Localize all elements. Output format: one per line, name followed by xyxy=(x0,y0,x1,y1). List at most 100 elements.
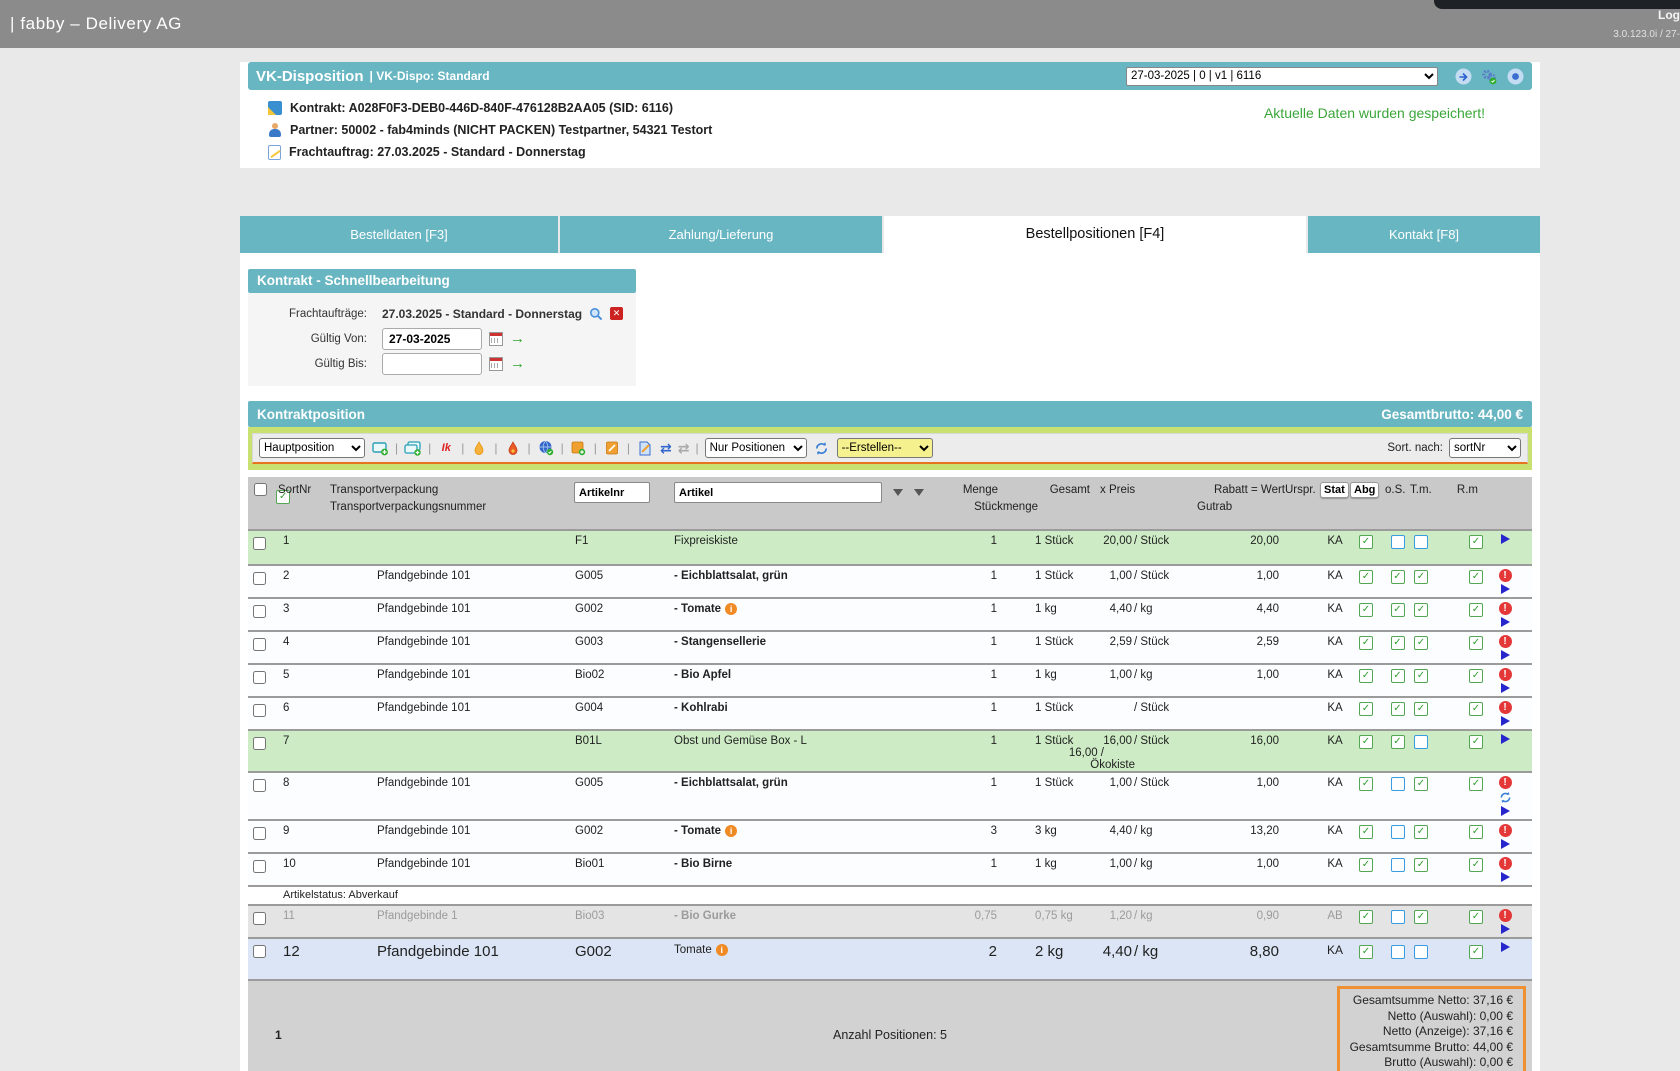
copy-page-icon[interactable] xyxy=(636,439,654,457)
tm-checkbox[interactable] xyxy=(1414,777,1428,791)
tab-kontakt[interactable]: Kontakt [F8] xyxy=(1308,216,1540,253)
expand-icon[interactable] xyxy=(1501,942,1510,952)
info-icon[interactable]: i xyxy=(716,944,728,956)
expand-icon[interactable] xyxy=(1501,534,1510,544)
add-subposition-icon[interactable] xyxy=(404,439,422,457)
refresh-list-icon[interactable] xyxy=(813,439,831,457)
abg-checkbox[interactable] xyxy=(1359,858,1373,872)
refresh-icon[interactable] xyxy=(1499,791,1512,804)
table-row[interactable]: 4 Pfandgebinde 101 G003 - Stangenselleri… xyxy=(248,630,1532,663)
position-filter-select[interactable]: Nur Positionen xyxy=(705,438,807,458)
filter-icon[interactable] xyxy=(914,489,924,496)
rm-checkbox[interactable] xyxy=(1469,535,1483,549)
tab-bestelldaten[interactable]: Bestelldaten [F3] xyxy=(240,216,558,253)
rm-checkbox[interactable] xyxy=(1469,910,1483,924)
os-checkbox[interactable] xyxy=(1391,777,1405,791)
apply-date-icon[interactable]: → xyxy=(510,333,525,345)
calendar-icon[interactable] xyxy=(489,332,503,346)
table-row[interactable]: 3 Pfandgebinde 101 G002 - Tomatei 1 1 kg… xyxy=(248,597,1532,630)
globe-icon[interactable] xyxy=(537,439,555,457)
version-select[interactable]: 27-03-2025 | 0 | v1 | 6116 xyxy=(1126,67,1438,86)
expand-icon[interactable] xyxy=(1501,924,1510,934)
abg-checkbox[interactable] xyxy=(1359,702,1373,716)
abg-column-button[interactable]: Abg xyxy=(1350,482,1379,498)
row-checkbox[interactable] xyxy=(253,945,266,958)
tm-checkbox[interactable] xyxy=(1414,735,1428,749)
stat-column-button[interactable]: Stat xyxy=(1320,482,1349,498)
gueltig-bis-input[interactable] xyxy=(382,353,482,375)
sort-select[interactable]: sortNr xyxy=(1449,438,1521,458)
abg-checkbox[interactable] xyxy=(1359,570,1373,584)
os-checkbox[interactable] xyxy=(1391,825,1405,839)
tm-checkbox[interactable] xyxy=(1414,535,1428,549)
os-checkbox[interactable] xyxy=(1391,702,1405,716)
expand-icon[interactable] xyxy=(1501,683,1510,693)
tm-checkbox[interactable] xyxy=(1414,636,1428,650)
os-checkbox[interactable] xyxy=(1391,669,1405,683)
row-checkbox[interactable] xyxy=(253,671,266,684)
filter-icon[interactable] xyxy=(893,489,903,496)
row-checkbox[interactable] xyxy=(253,860,266,873)
table-row[interactable]: 1 F1 Fixpreiskistei 1 1 Stück 20,00/ Stü… xyxy=(248,529,1532,564)
rm-checkbox[interactable] xyxy=(1469,945,1483,959)
expand-icon[interactable] xyxy=(1501,806,1510,816)
gueltig-von-input[interactable] xyxy=(382,328,482,350)
artikelnr-filter-input[interactable] xyxy=(574,482,650,503)
tm-checkbox[interactable] xyxy=(1414,858,1428,872)
row-checkbox[interactable] xyxy=(253,912,266,925)
os-checkbox[interactable] xyxy=(1391,535,1405,549)
tm-checkbox[interactable] xyxy=(1414,825,1428,839)
tab-bestellpositionen[interactable]: Bestellpositionen [F4] xyxy=(884,216,1306,253)
expand-icon[interactable] xyxy=(1501,839,1510,849)
calendar-icon[interactable] xyxy=(489,357,503,371)
row-checkbox[interactable] xyxy=(253,605,266,618)
table-row[interactable]: 9 Pfandgebinde 101 G002 - Tomatei 3 3 kg… xyxy=(248,819,1532,852)
info-icon[interactable]: i xyxy=(725,825,737,837)
rm-checkbox[interactable] xyxy=(1469,570,1483,584)
row-checkbox[interactable] xyxy=(253,737,266,750)
os-checkbox[interactable] xyxy=(1391,735,1405,749)
os-checkbox[interactable] xyxy=(1391,945,1405,959)
open-version-icon[interactable] xyxy=(1455,68,1472,85)
add-position-icon[interactable] xyxy=(371,439,389,457)
rm-checkbox[interactable] xyxy=(1469,777,1483,791)
row-checkbox[interactable] xyxy=(253,827,266,840)
row-checkbox[interactable] xyxy=(253,537,266,550)
abg-checkbox[interactable] xyxy=(1359,825,1373,839)
os-checkbox[interactable] xyxy=(1391,603,1405,617)
os-checkbox[interactable] xyxy=(1391,636,1405,650)
position-type-select[interactable]: Hauptposition xyxy=(259,438,365,458)
edit-note-icon[interactable] xyxy=(603,439,621,457)
tm-checkbox[interactable] xyxy=(1414,669,1428,683)
expand-icon[interactable] xyxy=(1501,872,1510,882)
create-select[interactable]: --Erstellen-- xyxy=(837,438,933,458)
flame-red-icon[interactable] xyxy=(504,439,522,457)
rm-checkbox[interactable] xyxy=(1469,735,1483,749)
search-icon[interactable] xyxy=(589,307,603,321)
swap-icon[interactable]: ⇄ xyxy=(660,441,672,455)
tm-checkbox[interactable] xyxy=(1414,945,1428,959)
abg-checkbox[interactable] xyxy=(1359,535,1373,549)
tm-checkbox[interactable] xyxy=(1414,702,1428,716)
export-add-icon[interactable] xyxy=(570,439,588,457)
table-row[interactable]: 5 Pfandgebinde 101 Bio02 - Bio Apfeli 1 … xyxy=(248,663,1532,696)
table-row[interactable]: 6 Pfandgebinde 101 G004 - Kohlrabii 1 1 … xyxy=(248,696,1532,729)
tm-checkbox[interactable] xyxy=(1414,910,1428,924)
expand-icon[interactable] xyxy=(1501,650,1510,660)
row-checkbox[interactable] xyxy=(253,638,266,651)
rm-checkbox[interactable] xyxy=(1469,825,1483,839)
table-row[interactable]: 11 Pfandgebinde 1 Bio03 - Bio Gurkei 0,7… xyxy=(248,904,1532,937)
expand-icon[interactable] xyxy=(1501,584,1510,594)
remove-icon[interactable]: ✕ xyxy=(610,307,623,320)
select-all-checkbox[interactable] xyxy=(254,483,267,496)
tm-checkbox[interactable] xyxy=(1414,570,1428,584)
rm-checkbox[interactable] xyxy=(1469,669,1483,683)
settings-icon[interactable] xyxy=(1481,68,1498,85)
expand-icon[interactable] xyxy=(1501,716,1510,726)
table-row[interactable]: 7 B01L Obst und Gemüse Box - Li 1 1 Stüc… xyxy=(248,729,1532,771)
artikel-filter-input[interactable] xyxy=(674,482,882,503)
os-checkbox[interactable] xyxy=(1391,858,1405,872)
os-checkbox[interactable] xyxy=(1391,570,1405,584)
rm-checkbox[interactable] xyxy=(1469,603,1483,617)
tab-zahlung-lieferung[interactable]: Zahlung/Lieferung xyxy=(560,216,882,253)
